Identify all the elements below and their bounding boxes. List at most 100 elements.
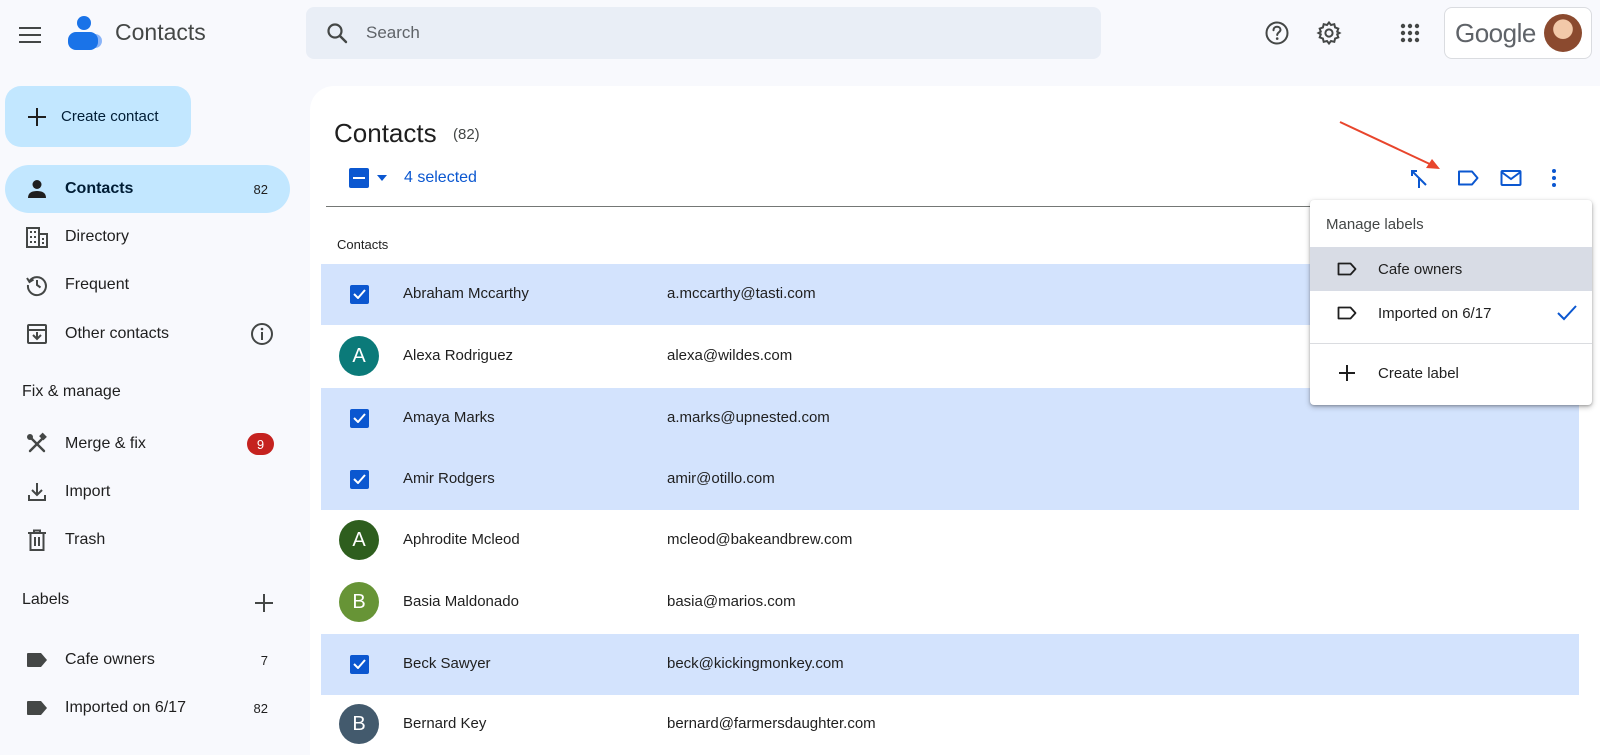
sidebar-label-imported[interactable]: Imported on 6/17 82 — [5, 684, 290, 732]
contact-email: beck@kickingmonkey.com — [667, 655, 844, 672]
search-bar[interactable] — [306, 7, 1101, 59]
add-label-icon[interactable] — [251, 590, 277, 616]
email-icon[interactable] — [1496, 163, 1526, 193]
label-tag-icon — [25, 696, 49, 720]
contact-row[interactable]: Beck Sawyer beck@kickingmonkey.com — [321, 634, 1579, 695]
contact-row[interactable]: B Bernard Key bernard@farmersdaughter.co… — [321, 694, 1579, 755]
contact-name: Amaya Marks — [403, 409, 495, 426]
row-checkbox-checked[interactable] — [349, 408, 369, 428]
plus-icon — [28, 107, 46, 126]
contact-email: alexa@wildes.com — [667, 347, 793, 364]
main-menu-icon[interactable] — [14, 19, 46, 51]
sidebar-item-label: Imported on 6/17 — [65, 699, 186, 716]
top-bar: Contacts Google — [0, 0, 1600, 66]
manage-labels-icon[interactable] — [1453, 163, 1483, 193]
contact-name: Aphrodite Mcleod — [403, 531, 520, 548]
user-avatar[interactable] — [1543, 14, 1582, 52]
manage-labels-heading: Manage labels — [1326, 216, 1424, 233]
help-icon[interactable] — [1261, 17, 1293, 49]
merge-icon[interactable] — [1404, 163, 1434, 193]
app-title: Contacts — [115, 19, 206, 45]
contact-avatar[interactable]: A — [339, 520, 379, 560]
row-checkbox-checked[interactable] — [349, 469, 369, 489]
sidebar-item-other-contacts[interactable]: Other contacts — [5, 310, 290, 358]
contact-name: Bernard Key — [403, 715, 487, 732]
contact-row[interactable]: B Basia Maldonado basia@marios.com — [321, 572, 1579, 633]
menu-item-cafe-owners[interactable]: Cafe owners — [1310, 247, 1592, 291]
selection-dropdown-caret-icon[interactable] — [376, 173, 388, 183]
create-contact-label: Create contact — [61, 108, 159, 125]
person-icon — [25, 177, 49, 201]
selected-count: 4 selected — [404, 169, 477, 186]
contact-avatar[interactable]: A — [339, 336, 379, 376]
sidebar-item-contacts[interactable]: Contacts 82 — [5, 165, 290, 213]
contact-avatar[interactable]: B — [339, 704, 379, 744]
contact-email: a.marks@upnested.com — [667, 409, 830, 426]
merge-fix-badge: 9 — [247, 433, 274, 455]
plus-icon — [1336, 362, 1358, 384]
menu-divider — [1310, 343, 1592, 344]
contact-avatar[interactable]: B — [339, 582, 379, 622]
label-outline-icon — [1336, 258, 1358, 280]
contact-email: a.mccarthy@tasti.com — [667, 285, 816, 302]
contact-name: Beck Sawyer — [403, 655, 491, 672]
menu-item-label: Cafe owners — [1378, 260, 1463, 278]
contact-name: Basia Maldonado — [403, 593, 519, 610]
merge-fix-icon — [25, 432, 49, 456]
contact-row[interactable]: A Aphrodite Mcleod mcleod@bakeandbrew.co… — [321, 510, 1579, 571]
checkmark-icon — [1557, 305, 1577, 321]
menu-item-imported[interactable]: Imported on 6/17 — [1310, 291, 1592, 335]
sidebar-item-label: Cafe owners — [65, 651, 155, 668]
contact-email: bernard@farmersdaughter.com — [667, 715, 876, 732]
building-icon — [25, 225, 49, 249]
sidebar-item-label: Frequent — [65, 276, 130, 293]
account-switcher[interactable]: Google — [1444, 7, 1592, 59]
sidebar-item-label: Contacts — [65, 180, 134, 197]
sidebar-item-label: Directory — [65, 228, 130, 245]
page-title: Contacts — [334, 118, 437, 148]
archive-icon — [25, 322, 49, 346]
labels-heading: Labels — [22, 591, 70, 608]
menu-item-label: Create label — [1378, 364, 1459, 382]
info-icon[interactable] — [250, 322, 274, 346]
contact-row[interactable]: Amir Rodgers amir@otillo.com — [321, 449, 1579, 510]
contacts-logo-icon[interactable] — [66, 14, 102, 50]
contact-name: Alexa Rodriguez — [403, 347, 514, 364]
sidebar-item-label: Import — [65, 483, 111, 500]
trash-icon — [25, 528, 49, 552]
sidebar-item-directory[interactable]: Directory — [5, 213, 290, 261]
contact-email: basia@marios.com — [667, 593, 796, 610]
sidebar-item-label: Merge & fix — [65, 435, 146, 452]
import-icon — [25, 480, 49, 504]
history-icon — [25, 273, 49, 297]
create-contact-button[interactable]: Create contact — [5, 86, 191, 147]
more-options-icon[interactable] — [1539, 163, 1569, 193]
sidebar-item-merge-fix[interactable]: Merge & fix 9 — [5, 420, 290, 468]
google-logo: Google — [1455, 17, 1536, 48]
contact-email: amir@otillo.com — [667, 470, 775, 487]
sidebar-item-import[interactable]: Import — [5, 468, 290, 516]
sidebar-label-cafe-owners[interactable]: Cafe owners 7 — [5, 636, 290, 684]
apps-grid-icon[interactable] — [1394, 17, 1426, 49]
select-all-checkbox[interactable] — [349, 168, 369, 188]
column-header-contacts: Contacts — [337, 237, 389, 252]
fix-manage-heading: Fix & manage — [22, 383, 121, 400]
row-checkbox-checked[interactable] — [349, 654, 369, 674]
contacts-count: 82 — [253, 181, 268, 197]
search-icon[interactable] — [324, 20, 350, 46]
label-outline-icon — [1336, 302, 1358, 324]
label-count: 7 — [260, 652, 268, 668]
contacts-total-count: (82) — [453, 126, 480, 143]
contact-email: mcleod@bakeandbrew.com — [667, 531, 853, 548]
label-tag-icon — [25, 648, 49, 672]
contact-name: Abraham Mccarthy — [403, 285, 529, 302]
sidebar-item-label: Other contacts — [65, 325, 170, 342]
settings-gear-icon[interactable] — [1313, 17, 1345, 49]
row-checkbox-checked[interactable] — [349, 284, 369, 304]
search-input[interactable] — [366, 23, 966, 43]
menu-item-create-label[interactable]: Create label — [1310, 351, 1592, 395]
sidebar-item-label: Trash — [65, 531, 106, 548]
label-count: 82 — [253, 700, 268, 716]
sidebar-item-frequent[interactable]: Frequent — [5, 261, 290, 309]
sidebar-item-trash[interactable]: Trash — [5, 516, 290, 564]
